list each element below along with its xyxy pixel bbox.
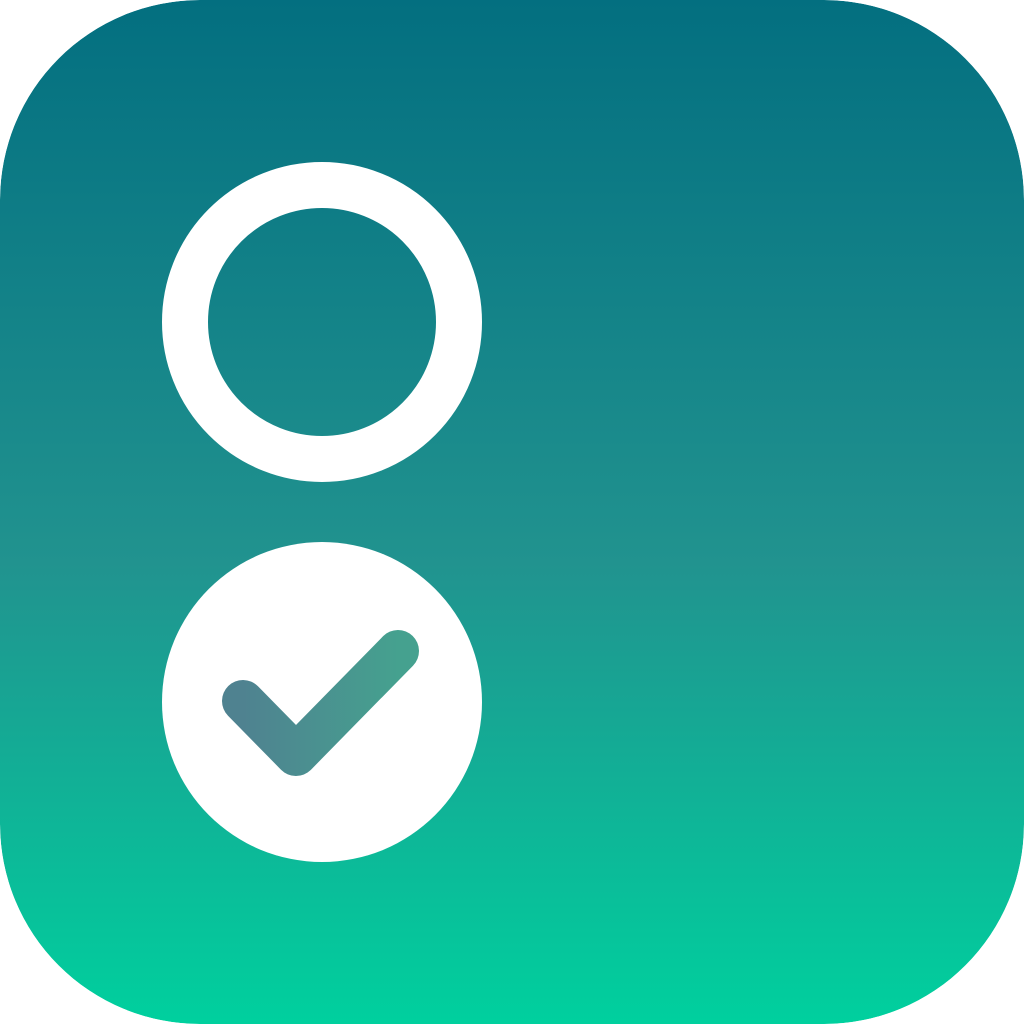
app-icon [0, 0, 1024, 1024]
app-icon-graphic [0, 0, 1024, 1024]
icon-background [0, 0, 1024, 1024]
